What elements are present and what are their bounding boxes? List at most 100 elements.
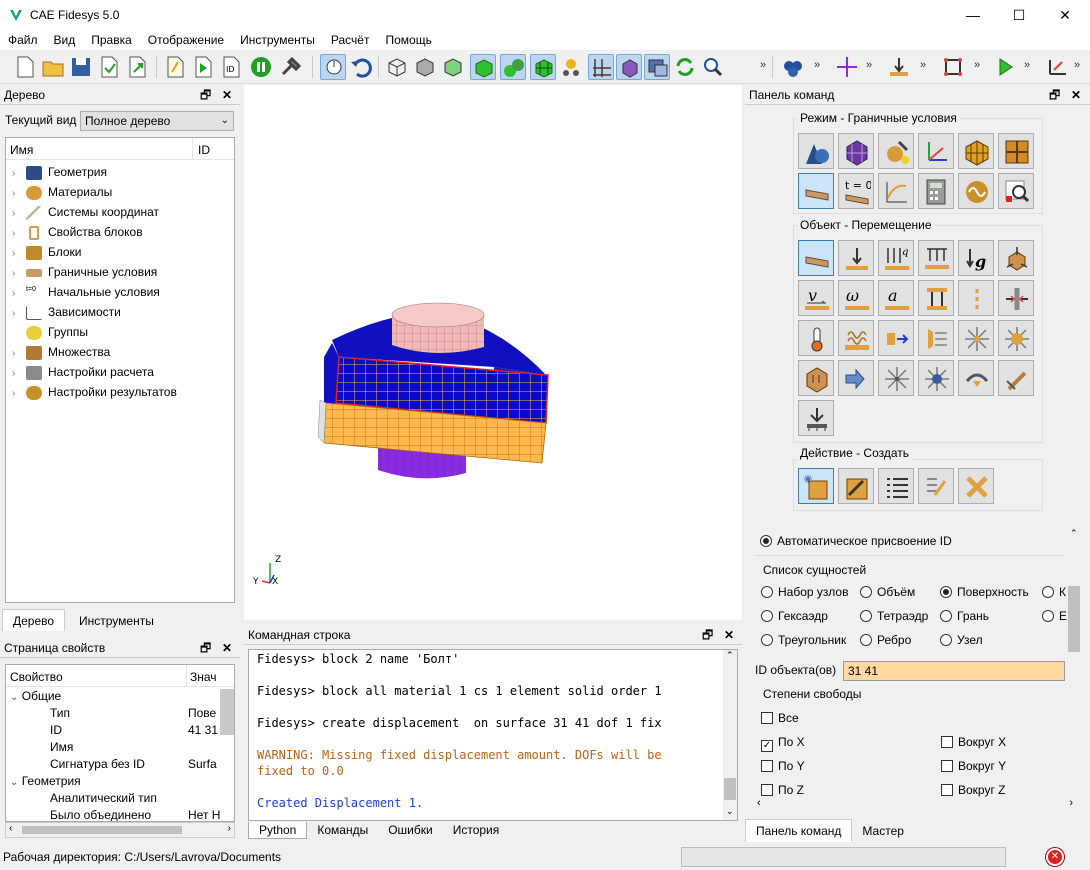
mode-initial-conditions-button[interactable]: t = 0 [838,173,874,209]
toolbar-more-icon[interactable]: » [1024,59,1030,71]
obj-velocity-button[interactable]: v [798,280,834,316]
obj-point-source-button[interactable] [878,360,914,396]
save-button[interactable] [68,54,94,80]
obj-radiation-button[interactable] [918,320,954,356]
pause-button[interactable] [248,54,274,80]
mode-geometry-button[interactable] [798,133,834,169]
entity-e-radio[interactable]: Е [1042,609,1067,623]
toolbar-more-icon[interactable]: » [920,59,926,71]
tab-history[interactable]: История [443,822,510,838]
obj-pressure-button[interactable]: q [878,240,914,276]
tools-button[interactable] [278,54,304,80]
obj-heat-source-button[interactable] [958,320,994,356]
force-button[interactable] [886,54,912,80]
obj-gravity-button[interactable]: g [958,240,994,276]
obj-heat-flux-button[interactable] [838,320,874,356]
tab-command-panel[interactable]: Панель команд [745,819,853,842]
auto-id-radio[interactable]: Автоматическое присвоение ID [760,534,952,548]
export-button[interactable] [124,54,150,80]
prop-group-general[interactable]: ⌄ Общие [10,689,61,703]
toolbar-more-icon[interactable]: » [974,59,980,71]
action-create-button[interactable] [798,468,834,504]
entity-volume-radio[interactable]: Объём [860,585,915,599]
mode-calculation-button[interactable] [918,173,954,209]
tree-item-geometry[interactable]: › Геометрия [12,162,107,182]
refresh-button[interactable] [672,54,698,80]
mode-mesh-button[interactable] [838,133,874,169]
console-scrollbar[interactable]: ⌃ ⌄ [723,650,737,820]
dof-rot-x-checkbox[interactable]: Вокруг X [941,735,1006,749]
mode-results-button[interactable] [958,173,994,209]
hidden-line-view-button[interactable] [412,54,438,80]
minimize-button[interactable]: — [950,0,996,30]
close-panel-icon[interactable]: ✕ [1071,85,1081,105]
import-button[interactable] [96,54,122,80]
open-folder-button[interactable] [40,54,66,80]
tree-item-result-settings[interactable]: › Настройки результатов [12,382,177,402]
col-name-header[interactable]: Имя [10,143,33,157]
entity-node-radio[interactable]: Узел [940,633,983,647]
zoom-button[interactable] [700,54,726,80]
console-output[interactable]: Fidesys> block 2 name 'Болт' Fidesys> bl… [248,649,738,821]
new-file-button[interactable] [12,54,38,80]
obj-convection-button[interactable] [878,320,914,356]
wireframe-view-button[interactable] [384,54,410,80]
error-indicator-icon[interactable]: ✕ [1046,848,1064,866]
undo-button[interactable] [348,54,374,80]
obj-acceleration-button[interactable]: a [878,280,914,316]
float-icon[interactable]: 🗗 [702,625,713,645]
obj-flow-button[interactable] [838,360,874,396]
action-modify-button[interactable] [838,468,874,504]
grid-button[interactable] [588,54,614,80]
tab-tree[interactable]: Дерево [2,609,66,631]
toolbar-more-icon[interactable]: » [814,59,820,71]
dof-z-checkbox[interactable]: По Z [761,783,804,797]
entity-hexa-radio[interactable]: Гексаэдр [761,609,828,623]
obj-rigid-button[interactable] [958,280,994,316]
action-edit-button[interactable] [918,468,954,504]
shaded-view-button[interactable] [440,54,466,80]
mode-postprocess-button[interactable] [998,173,1034,209]
obj-volume-load-button[interactable] [798,360,834,396]
dof-y-checkbox[interactable]: По Y [761,759,805,773]
obj-body-load-button[interactable] [998,240,1034,276]
tab-python[interactable]: Python [248,822,308,839]
close-button[interactable]: ✕ [1042,0,1088,30]
node-button[interactable] [940,54,966,80]
obj-support-button[interactable] [798,400,834,436]
float-icon[interactable]: 🗗 [200,638,211,658]
3d-viewport[interactable]: Z Y X [244,85,742,620]
axis-button[interactable] [1044,54,1070,80]
tree-item-materials[interactable]: › Материалы [12,182,112,202]
model-view[interactable]: Z Y X [244,85,742,620]
props-hscrollbar[interactable]: ‹ › [5,822,235,838]
toolbar-more-icon[interactable]: » [866,59,872,71]
crosshair-button[interactable] [834,54,860,80]
close-panel-icon[interactable]: ✕ [222,638,232,658]
menu-view[interactable]: Вид [46,30,84,47]
obj-bolt-load-button[interactable] [998,280,1034,316]
col-property-header[interactable]: Свойство [10,670,63,684]
cube-view-button[interactable] [616,54,642,80]
menu-edit[interactable]: Правка [83,30,140,47]
mode-coordsys-button[interactable] [918,133,954,169]
close-panel-icon[interactable]: ✕ [724,625,734,645]
tree-item-groups[interactable]: Группы [12,322,88,342]
tree-item-dependencies[interactable]: › Зависимости [12,302,121,322]
mode-boundary-conditions-button[interactable] [798,173,834,209]
entity-triangle-radio[interactable]: Треугольник [761,633,846,647]
tree-item-initial-conditions[interactable]: › t=0 Начальные условия [12,282,160,302]
entity-tetra-radio[interactable]: Тетраэдр [860,609,928,623]
obj-displacement-button[interactable] [798,240,834,276]
obj-contact-button[interactable] [998,360,1034,396]
dof-all-checkbox[interactable]: Все [761,711,799,725]
tree-item-blocks[interactable]: › Блоки [12,242,82,262]
tree-item-coord-systems[interactable]: › Системы координат [12,202,159,222]
obj-force-button[interactable] [838,240,874,276]
tab-wizard[interactable]: Мастер [852,820,914,842]
obj-distributed-load-button[interactable] [918,240,954,276]
mode-material-button[interactable] [878,133,914,169]
current-view-select[interactable]: Полное дерево ⌄ [80,111,234,131]
tab-tools[interactable]: Инструменты [68,609,165,631]
menu-calc[interactable]: Расчёт [323,30,378,47]
